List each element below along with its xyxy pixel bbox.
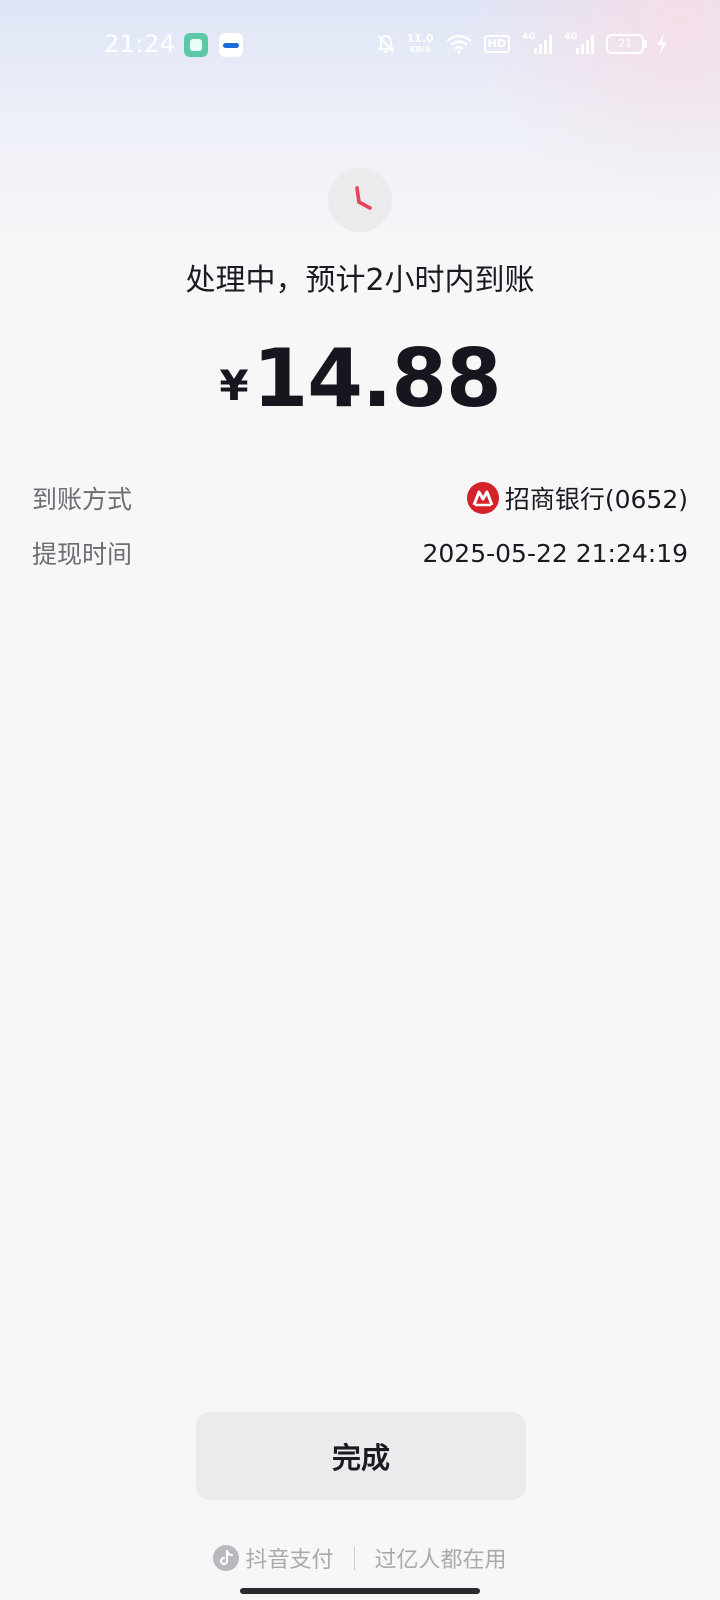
amount-value: 14.88 xyxy=(252,332,502,425)
arrival-method-label: 到账方式 xyxy=(32,485,133,514)
notification-bird-icon xyxy=(219,33,243,57)
footer: 抖音支付 过亿人都在用 xyxy=(0,1538,720,1578)
done-button[interactable]: 完成 xyxy=(196,1412,526,1500)
withdraw-time-row: 提现时间 2025-05-22 21:24:19 xyxy=(32,533,688,573)
bell-muted-icon xyxy=(376,35,395,53)
wifi-icon xyxy=(445,34,472,54)
status-bar: 21:24 11.0 KB/S HD 4G 4G 21 xyxy=(0,0,720,90)
clock-icon xyxy=(328,168,392,232)
hd-badge: HD xyxy=(483,35,510,53)
notification-app-icon xyxy=(184,33,208,57)
footer-slogan: 过亿人都在用 xyxy=(374,1548,507,1573)
battery-icon: 21 xyxy=(606,34,647,54)
currency-symbol: ¥ xyxy=(219,361,249,410)
withdraw-time-label: 提现时间 xyxy=(32,540,133,569)
bank-account-text: 招商银行(0652) xyxy=(504,485,688,514)
processing-status-text: 处理中，预计2小时内到账 xyxy=(185,263,535,298)
charging-icon xyxy=(657,34,667,54)
home-indicator[interactable] xyxy=(240,1588,480,1594)
network-speed: 11.0 KB/S xyxy=(406,32,434,54)
footer-brand: 抖音支付 xyxy=(213,1542,334,1574)
arrival-method-value: 招商银行(0652) xyxy=(466,480,688,516)
bank-logo-icon xyxy=(466,482,499,514)
signal-1-icon: 4G xyxy=(522,32,552,54)
douyin-pay-icon xyxy=(213,1545,240,1571)
footer-divider xyxy=(353,1546,355,1570)
withdraw-time-value: 2025-05-22 21:24:19 xyxy=(422,538,688,568)
signal-2-icon: 4G xyxy=(564,32,594,54)
arrival-method-row: 到账方式 招商银行(0652) xyxy=(32,478,688,518)
status-time: 21:24 xyxy=(104,30,176,58)
withdraw-amount: ¥14.88 xyxy=(0,332,720,425)
status-indicators: 11.0 KB/S HD 4G 4G 21 xyxy=(376,30,668,58)
